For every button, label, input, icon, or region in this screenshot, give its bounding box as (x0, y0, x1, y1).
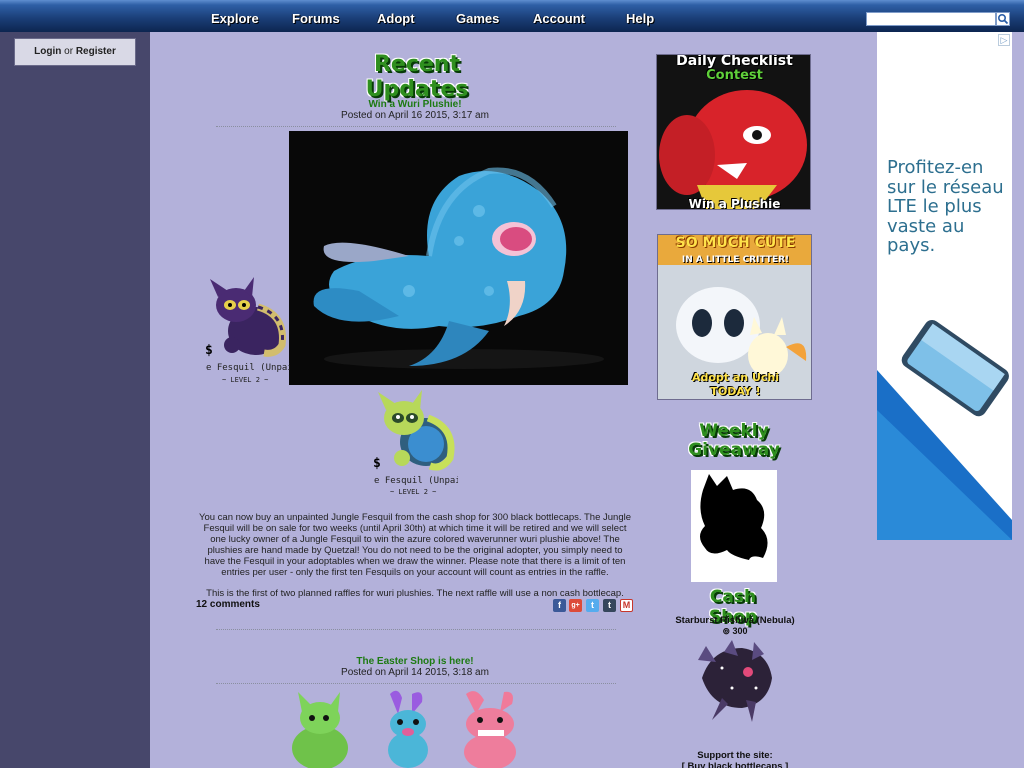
plushie-image (289, 131, 628, 385)
search-icon (997, 13, 1009, 25)
cash-shop-item-name[interactable]: Starburst Rishiva (Nebula) (660, 615, 810, 626)
divider (216, 126, 616, 127)
ad-footer: Win a Plushie (688, 197, 781, 210)
login-link[interactable]: Login (34, 46, 61, 57)
divider (216, 683, 616, 684)
currency-icon: $ (205, 343, 213, 358)
nav-games[interactable]: Games (456, 11, 499, 26)
bottlecap-icon: ⊚ (722, 626, 730, 636)
nav-forums[interactable]: Forums (292, 11, 340, 26)
post-title[interactable]: The Easter Shop is here! (290, 656, 540, 667)
post-body-note: This is the first of two planned raffles… (206, 588, 624, 599)
cash-shop-item-price: ⊚ 300 (718, 626, 752, 637)
easter-shop-pets-image (292, 690, 516, 768)
pet-level: ~ LEVEL 2 ~ (390, 488, 437, 496)
buy-bottlecaps-link[interactable]: [ Buy black bottlecaps ] (660, 761, 810, 768)
post-body: You can now buy an unpainted Jungle Fesq… (198, 512, 631, 578)
ad-subheading: IN A LITTLE CRITTER! (681, 255, 790, 265)
nav-help[interactable]: Help (626, 11, 654, 26)
ad-heading: SO MUCH CUTE (675, 235, 796, 251)
nav-account[interactable]: Account (533, 11, 585, 26)
weekly-giveaway-line1: Weekly (699, 421, 769, 441)
post-title[interactable]: Win a Wuri Plushie! (290, 99, 540, 110)
ad-heading: Daily Checklist (676, 54, 793, 69)
tumblr-icon[interactable]: t (603, 599, 616, 612)
support-label: Support the site: (697, 750, 773, 761)
facebook-icon[interactable]: f (553, 599, 566, 612)
mystery-pet-silhouette (700, 474, 768, 560)
price-value: 300 (732, 626, 748, 636)
page-title: Recent Updates (365, 52, 469, 102)
post-date: Posted on April 16 2015, 3:17 am (341, 110, 489, 121)
email-icon[interactable]: M (620, 599, 633, 612)
ad-footer: Adopt an Uchi (691, 371, 780, 384)
weekly-giveaway-title: Weekly Giveaway (683, 422, 785, 460)
fesquil-pet-image[interactable] (206, 275, 288, 359)
google-plus-icon[interactable]: g+ (569, 599, 582, 612)
ad-choices-icon[interactable]: ▷ (998, 34, 1010, 46)
twitter-icon[interactable]: t (586, 599, 599, 612)
login-register-button[interactable]: Login or Register (14, 38, 136, 66)
login-or-text: or (64, 46, 74, 57)
nav-adopt[interactable]: Adopt (377, 11, 415, 26)
currency-icon: $ (373, 456, 381, 471)
search-input[interactable] (866, 12, 996, 26)
smartphone-ad-image (877, 320, 1012, 540)
pet-name[interactable]: e Fesquil (Unpair (374, 476, 458, 486)
divider (216, 629, 616, 630)
starburst-rishiva-image[interactable] (692, 638, 777, 722)
advertisement[interactable]: ▷ Profitez-en sur le réseau LTE le plus … (877, 32, 1012, 540)
ad-text: Profitez-en sur le réseau LTE le plus va… (887, 157, 1004, 256)
left-sidebar: Login or Register (0, 32, 150, 768)
wuri-plushie-photo (289, 131, 628, 385)
weekly-giveaway-line2: Giveaway (688, 440, 780, 460)
post-date: Posted on April 14 2015, 3:18 am (341, 667, 489, 678)
ad-subheading: Contest (706, 68, 763, 83)
so-much-cute-banner[interactable]: SO MUCH CUTE IN A LITTLE CRITTER! Adopt … (657, 234, 812, 400)
daily-checklist-banner[interactable]: Daily Checklist Contest Win a Plushie (656, 54, 811, 210)
comments-link[interactable]: 12 comments (196, 599, 260, 610)
fesquil-pet-image[interactable] (374, 388, 458, 472)
pet-name[interactable]: e Fesquil (Unpair (206, 363, 290, 373)
ad-footer-2: TODAY ! (710, 385, 761, 398)
nav-explore[interactable]: Explore (211, 11, 259, 26)
search-button[interactable] (996, 12, 1010, 26)
top-nav-bar: Explore Forums Adopt Games Account Help (0, 0, 1024, 32)
giveaway-pet-image[interactable] (691, 470, 777, 582)
pet-level: ~ LEVEL 2 ~ (222, 376, 269, 384)
register-link[interactable]: Register (76, 46, 116, 57)
